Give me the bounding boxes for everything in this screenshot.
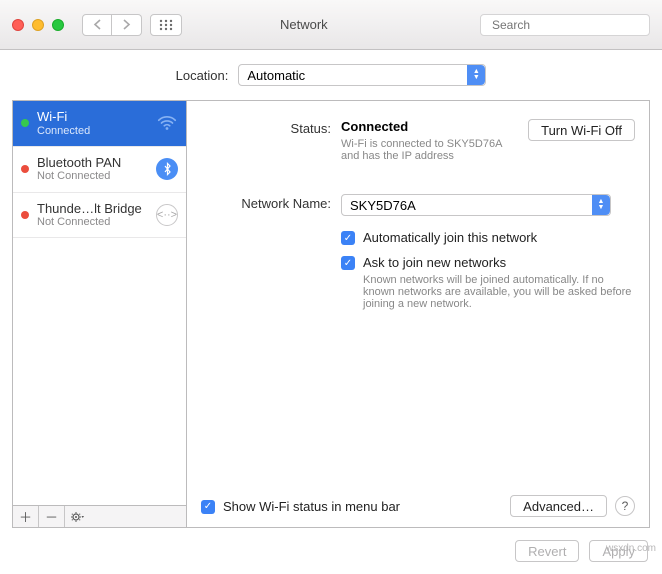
sidebar-item-text: Wi-Fi Connected: [37, 109, 148, 138]
zoom-window-button[interactable]: [52, 19, 64, 31]
show-menubar-checkbox[interactable]: ✓: [201, 500, 215, 514]
bluetooth-icon: [156, 158, 178, 180]
sidebar-item-subtitle: Not Connected: [37, 170, 148, 183]
chevron-updown-icon: ▲▼: [592, 195, 610, 215]
ask-join-subtext: Known networks will be joined automatica…: [363, 274, 635, 310]
footer: Revert Apply: [0, 528, 662, 574]
status-dot: [21, 211, 29, 219]
status-dot: [21, 165, 29, 173]
revert-button[interactable]: Revert: [515, 540, 579, 562]
close-window-button[interactable]: [12, 19, 24, 31]
status-subtext: Wi-Fi is connected to SKY5D76A and has t…: [341, 138, 518, 162]
wifi-icon: [156, 112, 178, 134]
thunderbolt-icon: <··>: [156, 204, 178, 226]
network-name-row: Network Name: SKY5D76A ▲▼: [201, 194, 635, 216]
status-value: Connected: [341, 119, 408, 134]
sidebar-wrap: Wi-Fi Connected Bluetooth PAN Not Connec…: [12, 100, 187, 528]
network-name-label: Network Name:: [201, 194, 331, 211]
auto-join-row: ✓ Automatically join this network: [341, 230, 635, 245]
location-row: Location: Automatic ▲▼: [0, 50, 662, 96]
status-dot: [21, 119, 29, 127]
advanced-button[interactable]: Advanced…: [510, 495, 607, 517]
forward-button[interactable]: [112, 14, 142, 36]
auto-join-label: Automatically join this network: [363, 230, 635, 245]
toolbar: Network: [0, 0, 662, 50]
help-button[interactable]: ?: [615, 496, 635, 516]
sidebar-item-title: Thunde…lt Bridge: [37, 201, 148, 217]
nav-buttons: [82, 14, 142, 36]
traffic-lights: [12, 19, 64, 31]
turn-wifi-off-button[interactable]: Turn Wi-Fi Off: [528, 119, 635, 141]
network-name-value: SKY5D76A: [350, 198, 416, 213]
back-button[interactable]: [82, 14, 112, 36]
detail-bottom-row: ✓ Show Wi-Fi status in menu bar Advanced…: [201, 495, 635, 517]
auto-join-checkbox[interactable]: ✓: [341, 231, 355, 245]
show-all-button[interactable]: [150, 14, 182, 36]
sidebar-item-bluetooth-pan[interactable]: Bluetooth PAN Not Connected: [13, 147, 186, 193]
sidebar-item-subtitle: Connected: [37, 125, 148, 138]
sidebar-item-thunderbolt-bridge[interactable]: Thunde…lt Bridge Not Connected <··>: [13, 193, 186, 239]
sidebar-item-title: Bluetooth PAN: [37, 155, 148, 171]
minimize-window-button[interactable]: [32, 19, 44, 31]
show-menubar-label: Show Wi-Fi status in menu bar: [223, 499, 400, 514]
main-area: Wi-Fi Connected Bluetooth PAN Not Connec…: [0, 96, 662, 528]
sidebar-item-wifi[interactable]: Wi-Fi Connected: [13, 101, 186, 147]
ask-join-label: Ask to join new networks: [363, 255, 635, 270]
service-actions-button[interactable]: [65, 506, 91, 527]
window-title: Network: [280, 17, 328, 32]
add-service-button[interactable]: ＋: [13, 506, 39, 527]
sidebar-item-title: Wi-Fi: [37, 109, 148, 125]
search-field[interactable]: [480, 14, 650, 36]
menubar-check-row: ✓ Show Wi-Fi status in menu bar: [201, 499, 400, 514]
location-label: Location:: [176, 68, 229, 83]
ask-join-row: ✓ Ask to join new networks Known network…: [341, 255, 635, 310]
status-row: Status: Connected Wi-Fi is connected to …: [201, 119, 635, 162]
service-list: Wi-Fi Connected Bluetooth PAN Not Connec…: [12, 100, 187, 506]
search-input[interactable]: [492, 18, 647, 32]
sidebar-item-text: Bluetooth PAN Not Connected: [37, 155, 148, 184]
ask-join-checkbox[interactable]: ✓: [341, 256, 355, 270]
gear-icon: [71, 511, 85, 523]
sidebar-toolbar: ＋ －: [12, 506, 187, 528]
detail-panel: Status: Connected Wi-Fi is connected to …: [187, 100, 650, 528]
watermark: wsxdn.com: [606, 543, 656, 554]
remove-service-button[interactable]: －: [39, 506, 65, 527]
location-value: Automatic: [247, 68, 305, 83]
sidebar-item-text: Thunde…lt Bridge Not Connected: [37, 201, 148, 230]
location-select[interactable]: Automatic ▲▼: [238, 64, 486, 86]
chevron-updown-icon: ▲▼: [467, 65, 485, 85]
sidebar-item-subtitle: Not Connected: [37, 216, 148, 229]
network-name-select[interactable]: SKY5D76A ▲▼: [341, 194, 611, 216]
status-label: Status:: [201, 119, 331, 136]
